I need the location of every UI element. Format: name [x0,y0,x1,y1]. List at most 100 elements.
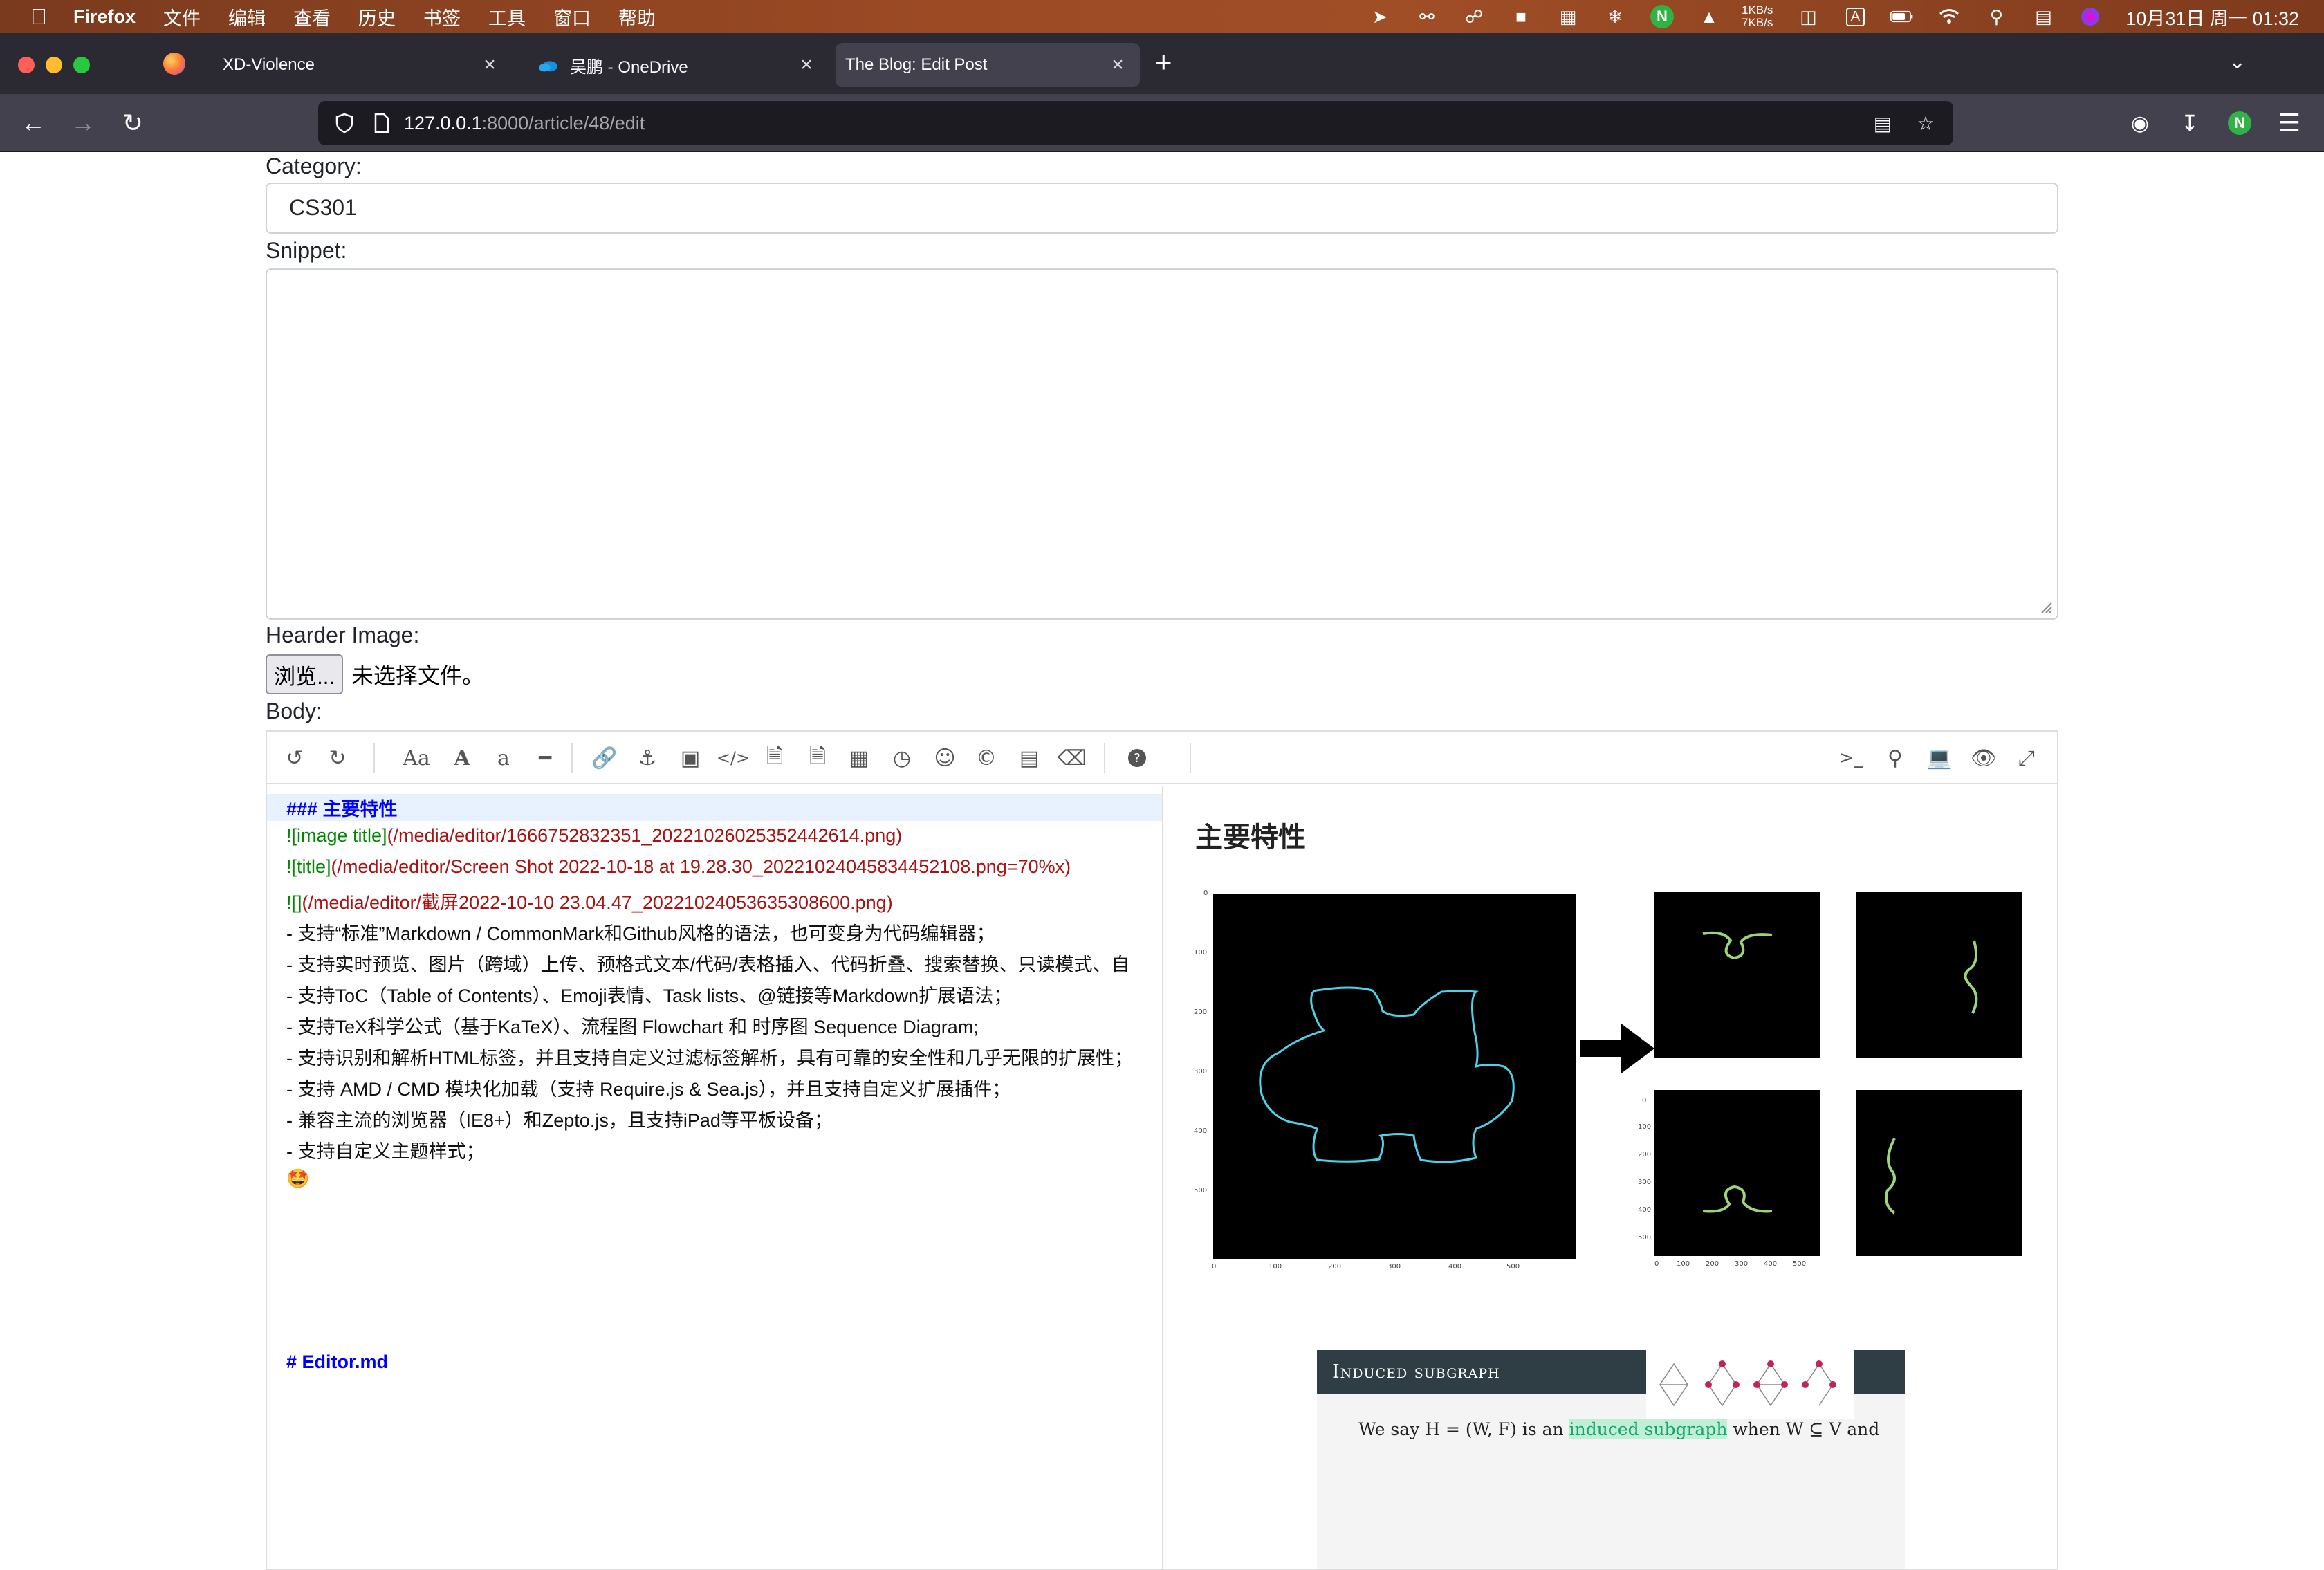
pocket-icon[interactable]: ◉ [2121,104,2159,142]
extension-n-icon[interactable]: N [2220,104,2259,142]
svg-text:?: ? [1134,751,1141,766]
tab-close-icon[interactable]: × [1104,53,1132,77]
big-fig-y-tick: 200 [1194,1008,1208,1016]
translate-icon[interactable]: ◫ [1796,6,1820,27]
inline-code-icon[interactable]: </> [717,744,750,772]
small-fig-y-tick: 0 [1642,1097,1647,1105]
markdown-code-pane[interactable]: ### 主要特性 ![image title](/media/editor/16… [267,786,1163,1569]
edge-piece-figure-3 [1654,1090,1820,1256]
menu-edit[interactable]: 编辑 [228,3,266,30]
markdown-preview-pane: 主要特性 0 100 200 300 400 500 0 100 200 300… [1165,786,2057,1569]
firefox-view-icon[interactable] [163,53,185,75]
apple-icon[interactable]:  [25,4,53,30]
horizontal-rule-icon[interactable]: ━ [531,744,559,772]
menu-file[interactable]: 文件 [163,3,201,30]
category-input[interactable]: CS301 [266,183,2058,234]
right-arrow-icon [1580,1024,1654,1073]
emoji-icon[interactable]: ☺ [931,744,959,772]
menu-app-name[interactable]: Firefox [73,6,136,28]
html-entities-icon[interactable]: © [972,744,1000,772]
siri-icon[interactable] [2078,6,2102,27]
hamburger-menu-icon[interactable]: ☰ [2270,104,2309,142]
tab-blog-edit-post[interactable]: The Blog: Edit Post × [836,43,1140,87]
lowercase-icon[interactable]: a [490,744,517,772]
control-center-icon[interactable]: ▤ [2031,6,2055,27]
snippet-textarea[interactable] [266,268,2058,620]
undo-icon[interactable]: ↺ [281,744,308,772]
address-bar[interactable]: 127.0.0.1:8000/article/48/edit ▤ ☆ [318,101,1953,145]
cluster-icon[interactable]: ⚯ [1415,6,1439,27]
code-block-icon[interactable]: 🗎 [761,744,788,772]
induced-subgraph-slide-image: Induced subgraph We say H = (W, F) is an… [1317,1350,1905,1569]
battery-icon[interactable] [1890,6,1914,27]
browse-file-button[interactable]: 浏览... [266,654,343,694]
redo-icon[interactable]: ↻ [324,744,351,772]
tab-close-icon[interactable]: × [793,53,820,77]
menu-history[interactable]: 历史 [358,3,396,30]
menu-help[interactable]: 帮助 [618,3,656,30]
resize-handle-icon[interactable] [2039,600,2053,614]
link-chain-icon[interactable]: ☍ [1462,6,1486,27]
menu-tools[interactable]: 工具 [488,3,526,30]
file-status-text: 未选择文件。 [351,663,485,688]
terminal-icon[interactable]: >_ [1837,744,1865,772]
new-tab-plus-icon[interactable]: + [1155,46,1172,79]
tab-xd-violence[interactable]: XD-Violence × [208,43,512,87]
spotlight-search-icon[interactable]: ⚲ [1984,6,2008,27]
big-fig-x-tick: 400 [1448,1263,1462,1271]
datetime-icon[interactable]: ◷ [888,744,916,772]
help-icon[interactable]: ? [1123,744,1151,772]
slide-body-text: We say H = (W, F) is an induced subgraph… [1358,1419,1879,1439]
menu-window[interactable]: 窗口 [553,3,591,30]
menu-bookmarks[interactable]: 书签 [423,3,461,30]
big-fig-y-tick: 100 [1194,949,1208,957]
header-image-label: Hearder Image: [266,622,420,647]
reader-view-icon[interactable]: ▤ [1869,109,1897,137]
preformatted-icon[interactable]: 🗎 [804,744,831,772]
bird-icon[interactable]: ➤ [1368,6,1392,27]
snowflake-icon[interactable]: ❄ [1603,6,1627,27]
cat-icon[interactable]: ▲ [1697,6,1721,27]
font-case-icon[interactable]: Aa [394,744,439,772]
network-speed: 1KB/s 7KB/s [1742,4,1773,29]
input-method-icon[interactable]: A [1843,6,1867,27]
image-icon[interactable]: ▣ [676,744,704,772]
browser-nav-bar: ← → ↻ 127.0.0.1:8000/article/48/edit ▤ ☆… [0,94,2324,152]
n-app-icon[interactable]: N [1650,5,1674,28]
fullscreen-icon[interactable]: ⤢ [2013,744,2040,772]
markdown-editor: ↺ ↻ Aa A a ━ 🔗 ⚓ ▣ </> 🗎 🗎 ▦ ◷ ☺ © ▤ ⌫ ? [266,730,2058,1570]
page-info-icon[interactable] [368,109,396,137]
clear-icon[interactable]: ⌫ [1058,744,1087,772]
tab-close-icon[interactable]: × [476,53,504,77]
tab-onedrive[interactable]: 吴鹏 - OneDrive × [524,43,829,87]
anchor-icon[interactable]: ⚓ [634,744,661,772]
big-fig-y-tick: 500 [1194,1187,1208,1194]
pagebreak-icon[interactable]: ▤ [1015,744,1043,772]
window-zoom-button[interactable] [73,57,90,73]
back-arrow-icon[interactable]: ← [14,104,53,142]
md-heading-text: # Editor.md [286,1351,389,1372]
reload-icon[interactable]: ↻ [113,104,152,142]
slide-text-highlight: induced subgraph [1569,1419,1728,1439]
preview-toggle-icon[interactable]: 👁 [1970,744,1998,772]
tracking-shield-icon[interactable] [331,109,358,137]
small-fig-y-tick: 500 [1638,1234,1652,1241]
downloads-icon[interactable]: ↧ [2170,104,2209,142]
edge-piece-figure-2 [1856,892,2022,1058]
search-icon[interactable]: ⚲ [1881,744,1909,772]
menu-view[interactable]: 查看 [293,3,331,30]
link-icon[interactable]: 🔗 [591,744,618,772]
grid-icon[interactable]: ▦ [1556,6,1580,27]
window-minimize-button[interactable] [46,57,62,73]
list-all-tabs-chevron-icon[interactable]: ⌄ [2229,50,2246,74]
wifi-icon[interactable] [1937,6,1961,27]
uppercase-icon[interactable]: A [448,744,476,772]
edge-piece-figure-4 [1856,1090,2022,1256]
table-icon[interactable]: ▦ [845,744,873,772]
record-icon[interactable]: ■ [1509,6,1533,27]
forward-arrow-icon[interactable]: → [64,104,102,142]
window-close-button[interactable] [18,57,35,73]
menubar-clock[interactable]: 10月31日 周一 01:32 [2125,3,2299,30]
watch-icon[interactable]: 💻 [1926,744,1953,772]
bookmark-star-icon[interactable]: ☆ [1912,109,1939,137]
